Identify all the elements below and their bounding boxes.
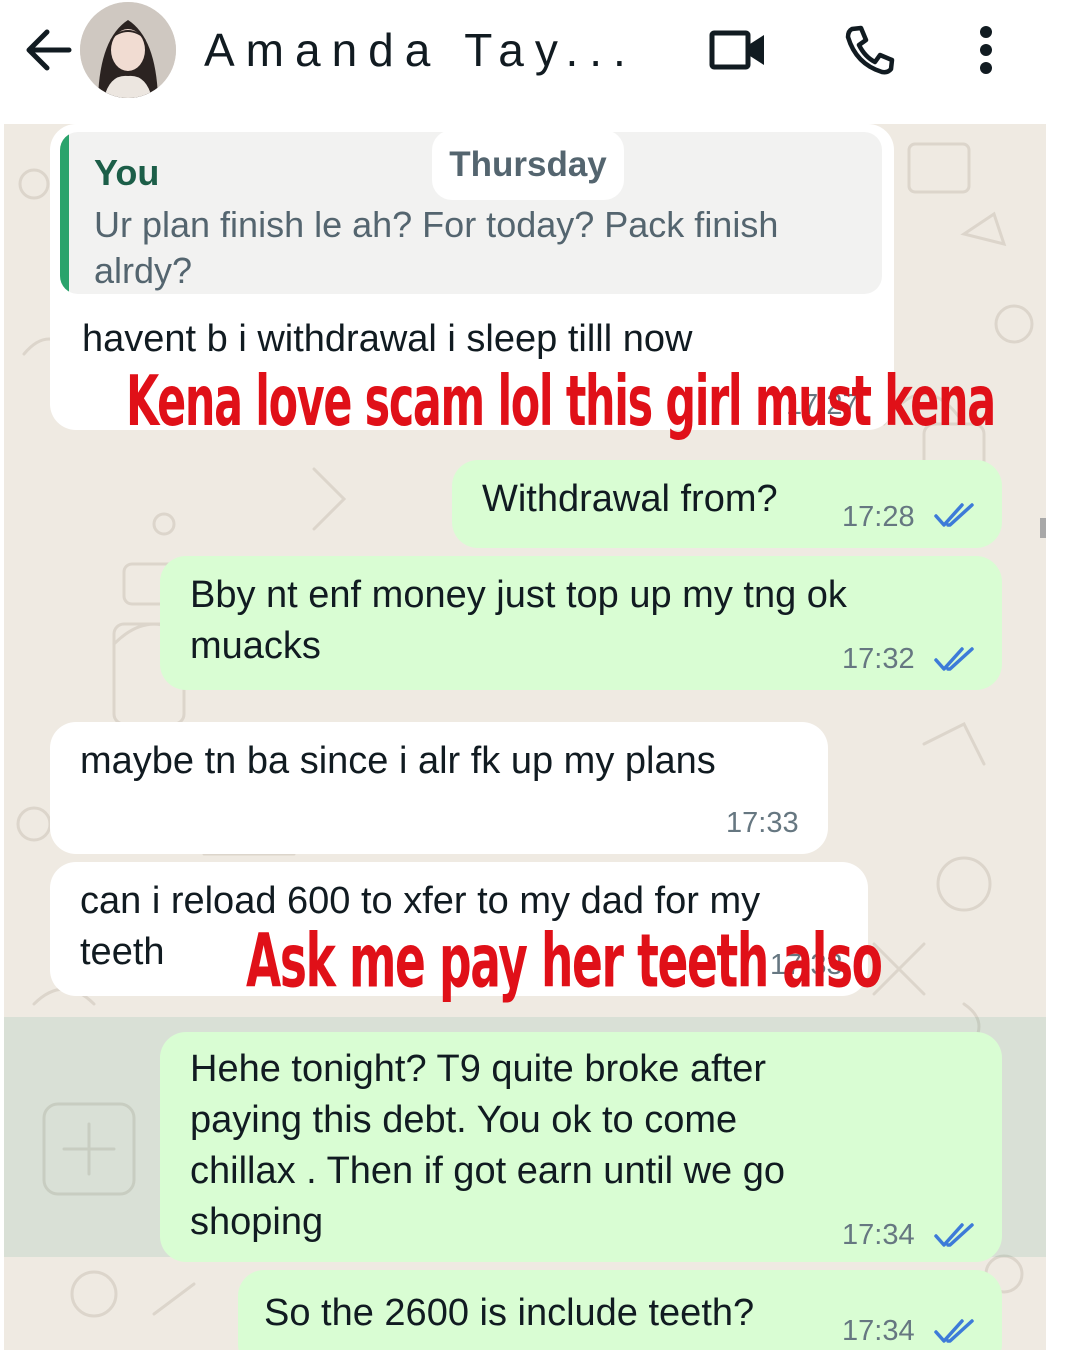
more-options-button[interactable] <box>954 18 1018 82</box>
message-text-line-1: Bby nt enf money just top up my tng ok <box>190 574 847 616</box>
message-text-line-2: muacks <box>190 625 321 667</box>
read-receipt-icon <box>934 503 974 527</box>
contact-photo <box>80 2 176 98</box>
message-time: 17:28 <box>842 501 915 533</box>
arrow-left-icon <box>26 29 72 71</box>
message-bubble-outgoing[interactable]: So the 2600 is include teeth? 17:34 <box>238 1270 1002 1350</box>
message-text: havent b i withdrawal i sleep tilll now <box>82 318 693 360</box>
chat-header: Amanda Tay... <box>0 0 1080 110</box>
read-receipt-icon <box>934 1319 974 1343</box>
read-receipt-icon <box>934 647 974 671</box>
message-text-line-1: Hehe tonight? T9 quite broke after <box>190 1048 767 1090</box>
contact-name[interactable]: Amanda Tay... <box>204 22 654 78</box>
back-button[interactable] <box>20 22 76 78</box>
overlay-caption: Ask me pay her teeth also <box>246 918 883 1005</box>
message-time: 17:33 <box>726 807 799 839</box>
message-bubble-outgoing[interactable]: Hehe tonight? T9 quite broke after payin… <box>160 1032 1002 1262</box>
read-receipt-icon <box>934 1223 974 1247</box>
message-text: maybe tn ba since i alr fk up my plans <box>80 740 716 782</box>
message-text-line-3: chillax . Then if got earn until we go <box>190 1150 785 1192</box>
overlay-caption: Kena love scam lol this girl must kena <box>126 362 996 443</box>
quote-author: You <box>94 152 160 193</box>
date-separator: Thursday <box>432 130 624 200</box>
message-bubble-outgoing[interactable]: Withdrawal from? 17:28 <box>452 460 1002 548</box>
message-time: 17:34 <box>842 1315 915 1347</box>
video-call-button[interactable] <box>706 18 770 82</box>
message-bubble-outgoing[interactable]: Bby nt enf money just top up my tng ok m… <box>160 556 1002 690</box>
vertical-dots-icon <box>980 26 992 74</box>
chat-area[interactable]: You Ur plan finish le ah? For today? Pac… <box>4 124 1046 1350</box>
quote-text: Ur plan finish le ah? For today? Pack fi… <box>94 204 779 291</box>
video-camera-icon <box>709 30 764 70</box>
quote-accent-bar <box>60 132 69 294</box>
message-time: 17:32 <box>842 643 915 675</box>
voice-call-button[interactable] <box>838 18 902 82</box>
avatar[interactable] <box>80 2 176 98</box>
message-bubble-incoming[interactable]: maybe tn ba since i alr fk up my plans 1… <box>50 722 828 854</box>
phone-icon <box>845 25 895 75</box>
scrollbar-thumb[interactable] <box>1040 518 1046 538</box>
message-text-line-4: shoping <box>190 1201 324 1243</box>
message-text-line-2: paying this debt. You ok to come <box>190 1099 738 1141</box>
message-text: So the 2600 is include teeth? <box>264 1292 755 1334</box>
message-text: Withdrawal from? <box>482 478 778 520</box>
message-text-line-2: teeth <box>80 931 165 973</box>
message-time: 17:34 <box>842 1219 915 1251</box>
